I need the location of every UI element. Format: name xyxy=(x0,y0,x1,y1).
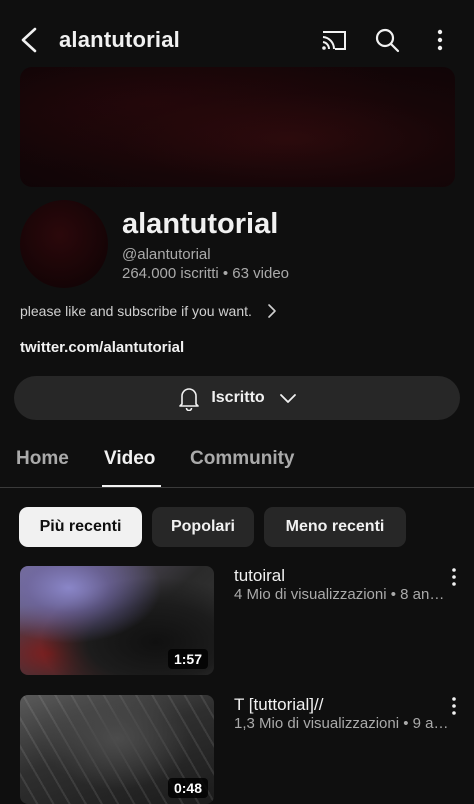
video-thumbnail[interactable]: 1:57 xyxy=(20,566,214,675)
subscribe-label: Iscritto xyxy=(211,389,265,406)
chevron-down-icon xyxy=(279,394,296,403)
tab-video[interactable]: Video xyxy=(104,448,155,470)
video-duration: 1:57 xyxy=(167,649,208,669)
video-duration: 0:48 xyxy=(167,778,208,798)
channel-name: alantutorial xyxy=(122,208,279,240)
bell-icon xyxy=(179,388,200,411)
subscribed-button[interactable]: Iscritto xyxy=(14,376,460,420)
more-vertical-icon[interactable] xyxy=(426,26,454,54)
search-icon[interactable] xyxy=(373,26,401,54)
more-vertical-icon[interactable] xyxy=(444,566,464,588)
video-thumbnail[interactable]: 0:48 xyxy=(20,695,214,804)
chip-oldest[interactable]: Meno recenti xyxy=(264,507,406,547)
chip-most-recent[interactable]: Più recenti xyxy=(19,507,142,547)
video-meta: 1,3 Mio di visualizzazioni • 9 anni fa xyxy=(234,715,450,732)
channel-description[interactable]: please like and subscribe if you want. xyxy=(20,303,278,319)
tab-home[interactable]: Home xyxy=(16,448,69,470)
more-vertical-icon[interactable] xyxy=(444,695,464,717)
channel-avatar[interactable] xyxy=(20,200,108,288)
description-text: please like and subscribe if you want. xyxy=(20,303,252,319)
channel-banner xyxy=(20,67,455,187)
channel-tabs: Home Video Community xyxy=(0,440,474,488)
video-meta: 4 Mio di visualizzazioni • 8 anni fa xyxy=(234,586,450,603)
video-title[interactable]: tutoiral xyxy=(234,566,285,586)
video-title[interactable]: T [tuttorial]// xyxy=(234,695,323,715)
page-title: alantutorial xyxy=(59,27,180,52)
chevron-left-icon[interactable] xyxy=(14,24,44,56)
active-tab-indicator xyxy=(102,485,161,487)
chip-popular[interactable]: Popolari xyxy=(152,507,254,547)
channel-link[interactable]: twitter.com/alantutorial xyxy=(20,339,184,356)
channel-stats: 264.000 iscritti • 63 video xyxy=(122,265,290,282)
cast-icon[interactable] xyxy=(320,26,348,54)
chevron-right-icon xyxy=(268,304,276,318)
channel-handle: @alantutorial xyxy=(122,246,211,263)
tab-community[interactable]: Community xyxy=(190,448,295,470)
